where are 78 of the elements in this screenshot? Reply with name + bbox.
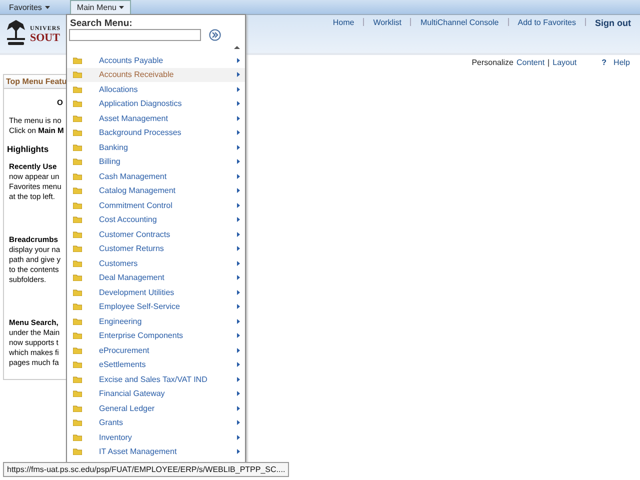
layout-link[interactable]: Layout <box>552 58 577 67</box>
submenu-arrow-icon <box>237 159 240 164</box>
menu-item[interactable]: Customer Returns <box>67 242 245 256</box>
logo-text: SOUT <box>30 32 61 44</box>
submenu-arrow-icon <box>237 420 240 426</box>
menu-item[interactable]: Excise and Sales Tax/VAT IND <box>67 372 245 386</box>
palmetto-tree-icon <box>5 18 27 48</box>
nav-link[interactable]: MultiChannel Console <box>420 18 499 27</box>
menu-item[interactable]: Accounts Payable <box>67 53 245 68</box>
menu-item[interactable]: Customer Contracts <box>67 227 245 242</box>
menu-item[interactable]: eSettlements <box>67 358 245 372</box>
submenu-arrow-icon <box>237 86 240 92</box>
nav-link[interactable]: Worklist <box>373 18 402 27</box>
menu-tab[interactable]: Main Menu <box>70 0 132 14</box>
submenu-arrow-icon <box>237 188 240 194</box>
nav-link[interactable]: Home <box>332 18 354 27</box>
go-icon[interactable] <box>209 29 221 41</box>
personalize-label: Personalize <box>472 58 514 67</box>
menu-tab[interactable]: Favorites <box>3 0 56 14</box>
submenu-arrow-icon <box>237 58 240 63</box>
submenu-arrow-icon <box>237 275 240 280</box>
submenu-arrow-icon <box>237 72 240 78</box>
submenu-arrow-icon <box>237 260 240 266</box>
submenu-arrow-icon <box>237 246 240 252</box>
menu-item[interactable]: Customers <box>67 256 245 270</box>
help-link[interactable]: Help <box>614 58 630 67</box>
separator-text: | <box>548 58 550 67</box>
menu-item[interactable]: Asset Management <box>67 111 245 126</box>
menu-item[interactable]: Application Diagnostics <box>67 96 245 111</box>
submenu-arrow-icon <box>237 406 240 411</box>
menu-item[interactable]: Financial Gateway <box>67 386 245 401</box>
menu-item[interactable]: eProcurement <box>67 343 245 358</box>
menu-item[interactable]: Inventory <box>67 430 245 444</box>
status-url: https://fms-uat.ps.sc.edu/psp/FUAT/EMPLOYEE/ERP/s/WEBLIB_PTPP_SC.... <box>3 462 290 477</box>
submenu-arrow-icon <box>237 362 240 368</box>
menu-item[interactable]: Commitment Control <box>67 198 245 212</box>
submenu-arrow-icon <box>237 217 240 222</box>
menu-item[interactable]: Grants <box>67 416 245 430</box>
content-link[interactable]: Content <box>516 58 545 67</box>
menu-item[interactable]: Billing <box>67 154 245 169</box>
nav-link[interactable]: Add to Favorites <box>518 18 576 27</box>
submenu-arrow-icon <box>237 144 240 150</box>
submenu-arrow-icon <box>237 130 240 136</box>
nav-link[interactable]: Sign out <box>595 18 631 28</box>
submenu-arrow-icon <box>237 101 240 106</box>
submenu-arrow-icon <box>237 202 240 208</box>
menu-item[interactable]: Cost Accounting <box>67 212 245 227</box>
caret-icon <box>119 6 124 9</box>
submenu-arrow-icon <box>237 304 240 310</box>
menu-item[interactable]: Banking <box>67 140 245 154</box>
submenu-arrow-icon <box>237 348 240 353</box>
submenu-arrow-icon <box>237 290 240 295</box>
panel-heading: Highlights <box>7 144 49 154</box>
submenu-arrow-icon <box>237 232 240 237</box>
menu-item[interactable]: General Ledger <box>67 401 245 416</box>
search-field[interactable] <box>69 29 201 41</box>
submenu-arrow-icon <box>237 391 240 396</box>
menu-item[interactable]: Deal Management <box>67 270 245 285</box>
menu-item[interactable]: Engineering <box>67 314 245 328</box>
menu-item[interactable]: Enterprise Components <box>67 328 245 343</box>
submenu-arrow-icon <box>237 174 240 179</box>
submenu-arrow-icon <box>237 116 240 121</box>
search-label: Search Menu: <box>69 17 134 29</box>
menu-item[interactable]: Catalog Management <box>67 184 245 198</box>
submenu-arrow-icon <box>237 434 240 440</box>
menu-item[interactable]: Employee Self-Service <box>67 300 245 314</box>
caret-icon <box>44 6 50 8</box>
scroll-up-icon[interactable] <box>234 46 240 49</box>
menu-item[interactable]: Cash Management <box>67 169 245 184</box>
menu-item[interactable]: IT Asset Management <box>67 444 245 459</box>
help-icon: ? <box>602 58 607 67</box>
submenu-arrow-icon <box>237 449 240 454</box>
menu-item[interactable]: Accounts Receivable <box>67 68 245 82</box>
submenu-arrow-icon <box>237 333 240 338</box>
menu-item[interactable]: Development Utilities <box>67 285 245 300</box>
submenu-arrow-icon <box>237 318 240 324</box>
menu-item[interactable]: Background Processes <box>67 126 245 140</box>
submenu-arrow-icon <box>237 376 240 382</box>
